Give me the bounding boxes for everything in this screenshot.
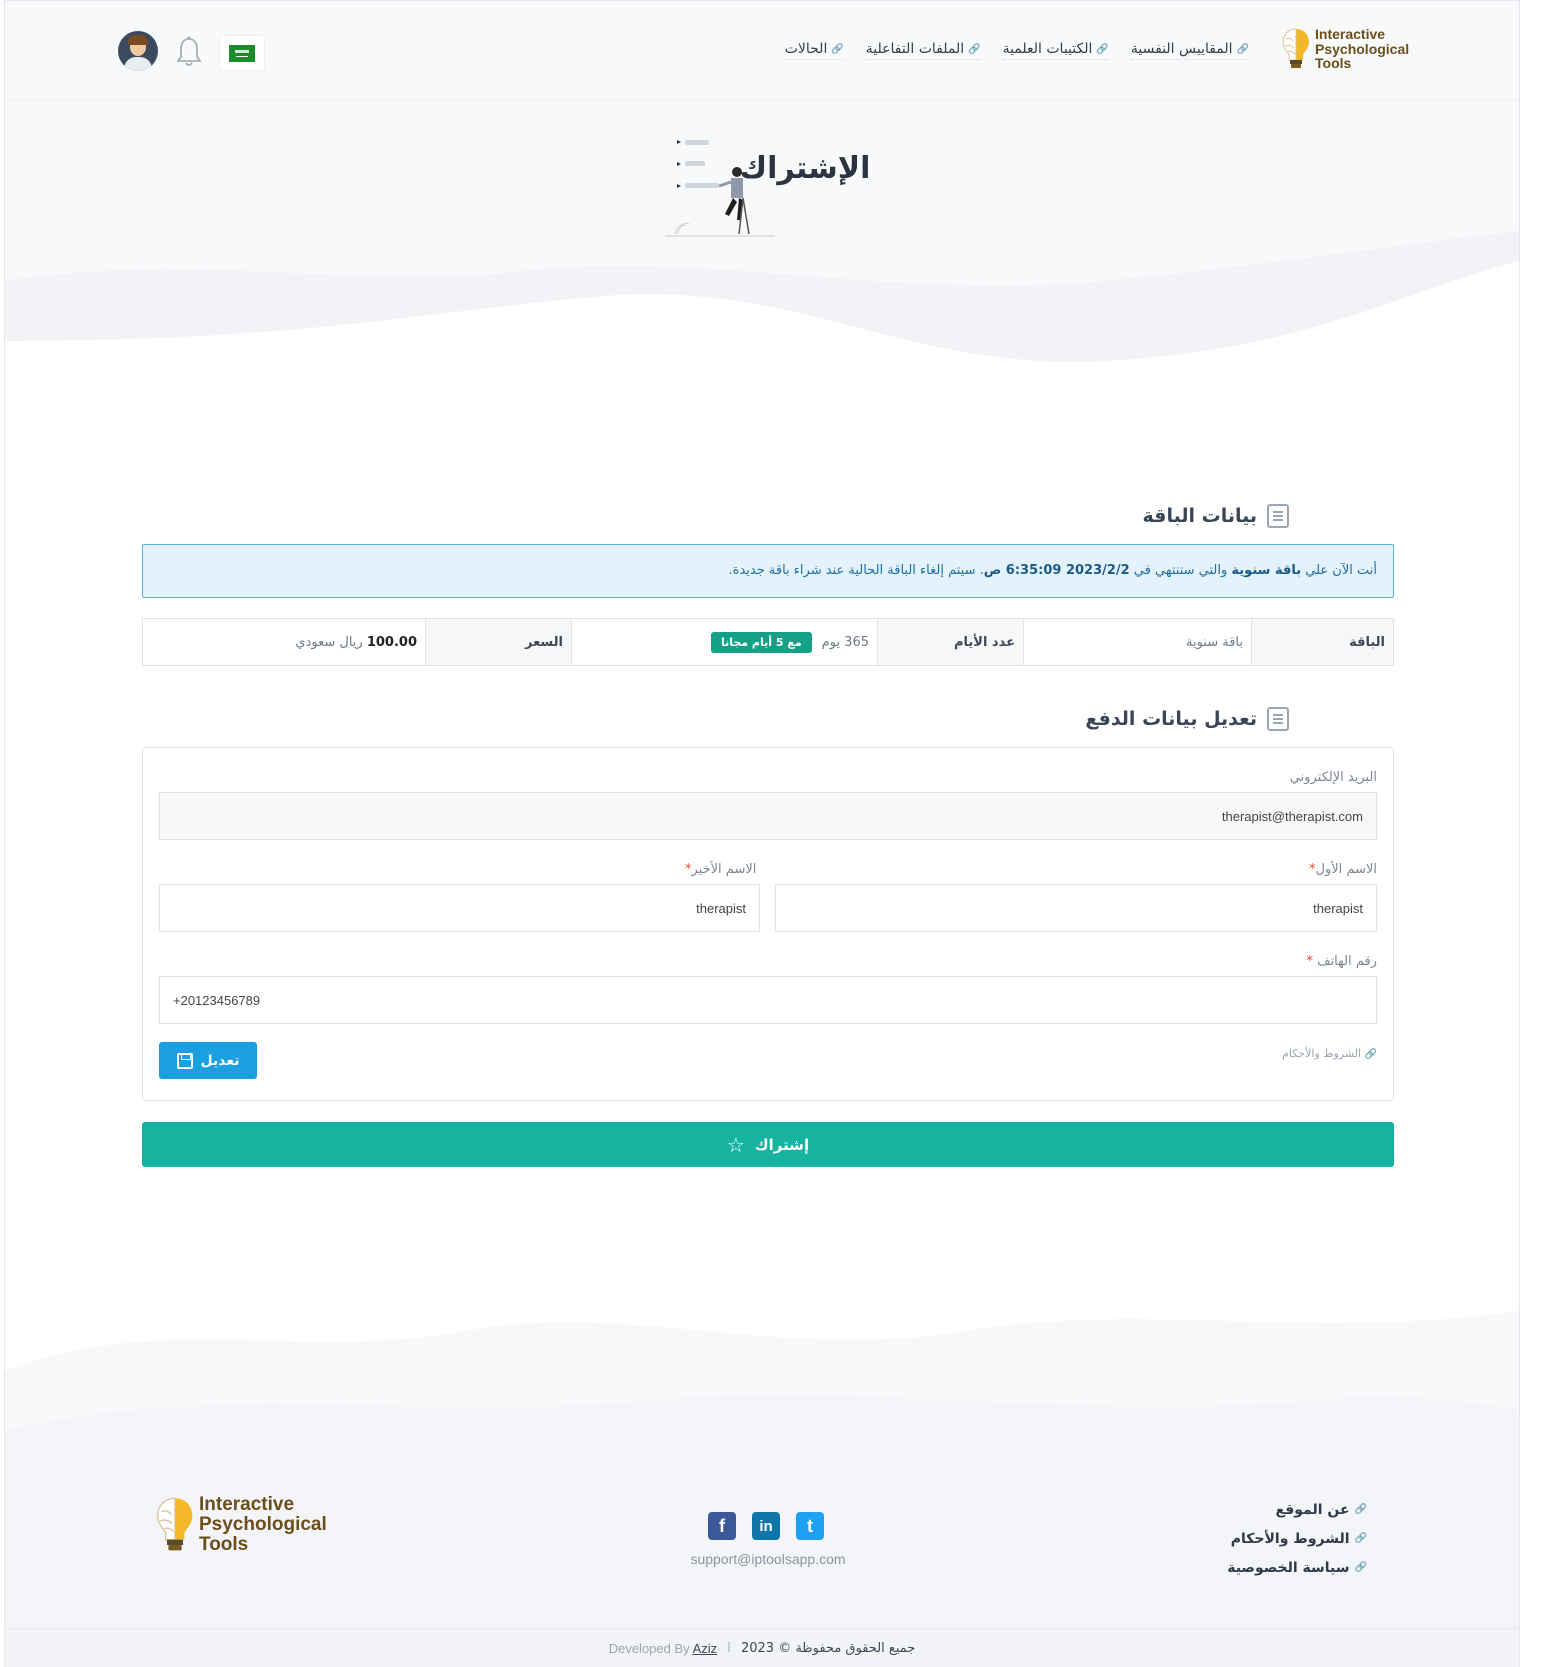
link-icon: 🔗 bbox=[1236, 43, 1249, 55]
page-title: الإشتراك bbox=[739, 151, 871, 186]
nav-item-scales[interactable]: 🔗 المقاييس النفسية bbox=[1130, 41, 1249, 60]
developer-link[interactable]: Aziz bbox=[693, 1641, 718, 1656]
nav-item-cases[interactable]: 🔗 الحالات bbox=[784, 41, 844, 60]
current-plan-alert: أنت الآن علي باقة سنوية والتي ستنتهي في … bbox=[142, 544, 1394, 598]
first-name-label: الاسم الأول* bbox=[1309, 862, 1377, 877]
first-name-field[interactable]: therapist bbox=[775, 884, 1377, 932]
current-plan-name: باقة سنوية bbox=[1231, 563, 1302, 578]
page-frame: Interactive Psychological Tools 🔗 المقاي… bbox=[4, 0, 1520, 1667]
plan-label-cell: الباقة bbox=[1251, 619, 1393, 665]
payment-section-title: تعديل بيانات الدفع bbox=[1085, 708, 1257, 730]
footer-link-terms[interactable]: 🔗 الشروط والأحكام bbox=[1227, 1524, 1367, 1553]
top-navbar: Interactive Psychological Tools 🔗 المقاي… bbox=[5, 1, 1519, 101]
logo-line-1: Interactive bbox=[1315, 26, 1386, 42]
last-name-label: الاسم الأخير* bbox=[685, 862, 757, 877]
main-nav: 🔗 المقاييس النفسية 🔗 الكتيبات العلمية 🔗 … bbox=[784, 41, 1249, 60]
nav-item-label: المقاييس النفسية bbox=[1130, 41, 1233, 57]
link-icon: 🔗 bbox=[1354, 1562, 1367, 1573]
star-icon: ☆ bbox=[726, 1132, 745, 1157]
days-value-cell: 365 يوم مع 5 أيام مجانا bbox=[571, 619, 877, 665]
free-days-badge: مع 5 أيام مجانا bbox=[710, 631, 812, 653]
price-currency: ريال سعودي bbox=[295, 634, 363, 650]
separator: I bbox=[727, 1641, 731, 1656]
link-icon: 🔗 bbox=[1354, 1533, 1367, 1544]
footer: Interactive Psychological Tools f in t s… bbox=[5, 1391, 1519, 1631]
user-avatar[interactable] bbox=[118, 31, 158, 71]
logo-wordmark: Interactive Psychological Tools bbox=[1315, 27, 1409, 71]
plan-value-cell: باقة سنوية bbox=[1023, 619, 1251, 665]
payment-form-card: البريد الإلكتروني therapist@therapist.co… bbox=[142, 747, 1394, 1101]
price-label-cell: السعر bbox=[425, 619, 571, 665]
linkedin-icon[interactable]: in bbox=[752, 1512, 780, 1540]
footer-link-about[interactable]: 🔗 عن الموقع bbox=[1227, 1495, 1367, 1524]
invoice-icon bbox=[1267, 707, 1289, 731]
link-icon: 🔗 bbox=[1354, 1504, 1367, 1515]
logo-line-3: Tools bbox=[1315, 55, 1352, 72]
saudi-flag-icon bbox=[229, 44, 255, 62]
lightbulb-brain-icon bbox=[156, 1497, 193, 1551]
footer-logo[interactable]: Interactive Psychological Tools bbox=[155, 1495, 327, 1555]
link-icon: 🔗 bbox=[831, 43, 844, 55]
payment-section-heading: تعديل بيانات الدفع bbox=[1085, 707, 1289, 731]
nav-item-interactive-files[interactable]: 🔗 الملفات التفاعلية bbox=[865, 41, 981, 60]
last-name-field[interactable]: therapist bbox=[159, 884, 760, 932]
support-email[interactable]: support@iptoolsapp.com bbox=[688, 1551, 848, 1567]
copyright-text: جميع الحقوق محفوظة © 2023 bbox=[740, 1641, 916, 1656]
plan-expiry-date: 2023/2/2 6:35:09 ص bbox=[983, 563, 1130, 578]
logo-wordmark: Interactive Psychological Tools bbox=[199, 1494, 327, 1555]
phone-field[interactable]: +20123456789 bbox=[159, 976, 1377, 1024]
nav-item-label: الحالات bbox=[784, 41, 828, 57]
language-switcher[interactable] bbox=[219, 35, 265, 71]
social-links: f in t bbox=[708, 1512, 824, 1540]
copyright-bar: Developed By Aziz I جميع الحقوق محفوظة ©… bbox=[5, 1628, 1519, 1667]
logo-line-2: Psychological bbox=[1315, 40, 1410, 57]
facebook-icon[interactable]: f bbox=[708, 1512, 736, 1540]
footer-link-privacy[interactable]: 🔗 سياسة الخصوصية bbox=[1227, 1553, 1367, 1582]
plan-section-heading: بيانات الباقة bbox=[1142, 504, 1289, 528]
email-label: البريد الإلكتروني bbox=[1289, 770, 1377, 785]
header-logo[interactable]: Interactive Psychological Tools bbox=[1281, 27, 1409, 71]
plan-section-title: بيانات الباقة bbox=[1142, 505, 1257, 527]
save-icon bbox=[176, 1052, 193, 1069]
phone-label: رقم الهاتف * bbox=[1306, 954, 1377, 969]
link-icon: 🔗 bbox=[968, 43, 981, 55]
email-field[interactable]: therapist@therapist.com bbox=[159, 792, 1377, 840]
twitter-icon[interactable]: t bbox=[796, 1512, 824, 1540]
nav-item-label: الكتيبات العلمية bbox=[1002, 41, 1093, 57]
edit-button[interactable]: تعديل bbox=[159, 1042, 257, 1079]
link-icon: 🔗 bbox=[1096, 43, 1109, 55]
price-amount: 100.00 bbox=[366, 634, 417, 650]
nav-item-booklets[interactable]: 🔗 الكتيبات العلمية bbox=[1002, 41, 1109, 60]
footer-links: 🔗 عن الموقع 🔗 الشروط والأحكام 🔗 سياسة ال… bbox=[1227, 1495, 1367, 1582]
notifications-bell-icon[interactable] bbox=[175, 35, 203, 69]
developer-credit: Developed By Aziz bbox=[608, 1641, 718, 1656]
price-value-cell: 100.00 ريال سعودي bbox=[143, 619, 425, 665]
document-icon bbox=[1267, 504, 1289, 528]
lightbulb-brain-icon bbox=[1282, 28, 1309, 69]
subscribe-button[interactable]: إشتراك ☆ bbox=[142, 1122, 1394, 1167]
link-icon: 🔗 bbox=[1364, 1049, 1377, 1060]
plan-details-table: الباقة باقة سنوية عدد الأيام 365 يوم مع … bbox=[142, 618, 1394, 666]
days-label-cell: عدد الأيام bbox=[877, 619, 1023, 665]
nav-item-label: الملفات التفاعلية bbox=[865, 41, 965, 57]
terms-link[interactable]: 🔗 الشروط والأحكام bbox=[1282, 1047, 1377, 1060]
